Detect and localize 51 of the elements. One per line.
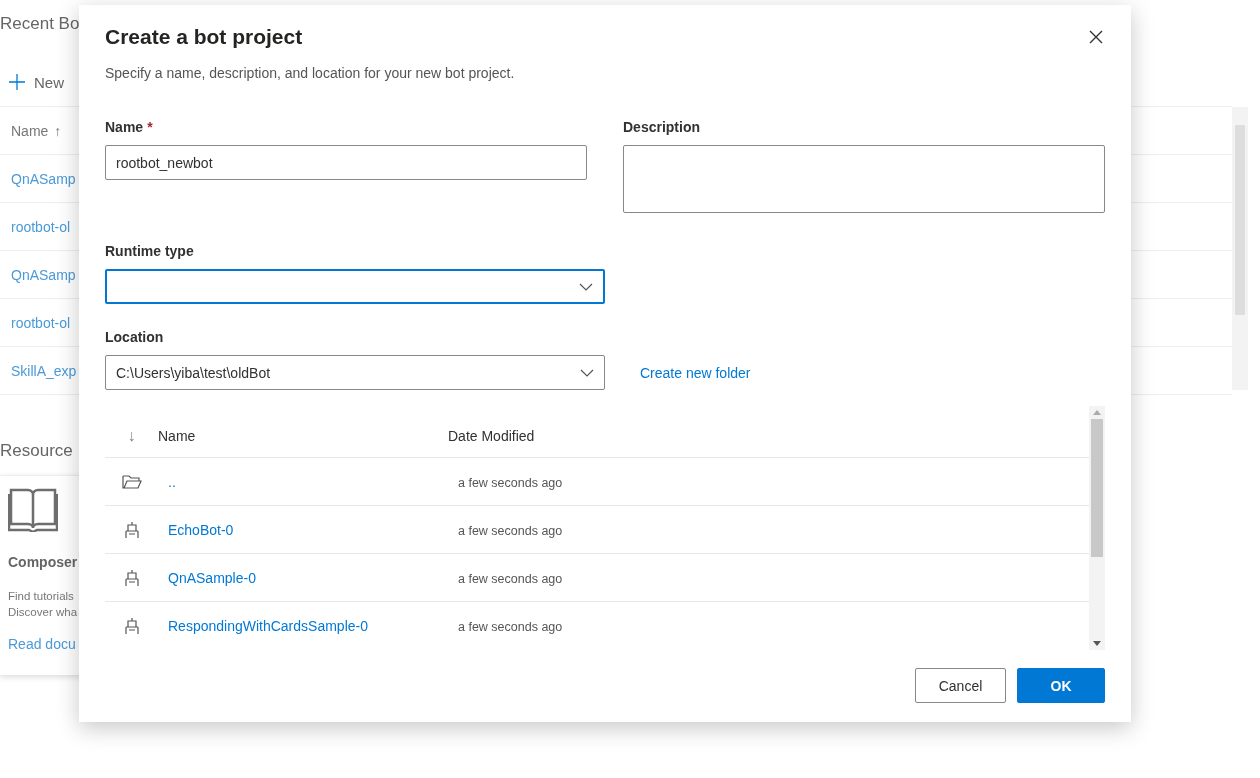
chevron-down-icon xyxy=(579,282,593,291)
card-text: Find tutorials xyxy=(8,589,75,604)
section-title: Resource xyxy=(0,441,73,462)
robot-icon xyxy=(122,568,141,587)
file-link[interactable]: .. xyxy=(168,473,176,490)
sort-arrow-icon: ↓ xyxy=(127,426,136,445)
card-text: Discover wha xyxy=(8,605,79,620)
field-label: Runtime type xyxy=(105,243,194,261)
dialog-title: Create a bot project xyxy=(105,25,303,49)
plus-icon xyxy=(8,73,26,91)
chevron-down-icon xyxy=(580,368,594,377)
column-header[interactable]: Name xyxy=(158,427,196,444)
section-title: Recent Bo xyxy=(0,14,80,35)
location-dropdown[interactable]: C:\Users\yiba\test\oldBot xyxy=(105,355,605,390)
date-modified: a few seconds ago xyxy=(458,523,563,538)
runtime-dropdown[interactable] xyxy=(105,269,605,304)
date-modified: a few seconds ago xyxy=(458,475,563,490)
project-link[interactable]: SkillA_exp xyxy=(11,362,77,379)
field-label: Name xyxy=(105,119,144,137)
project-link[interactable]: rootbot-ol xyxy=(11,218,71,235)
new-button[interactable]: New xyxy=(8,70,64,94)
project-link[interactable]: QnASamp xyxy=(11,170,76,187)
column-header[interactable]: Name xyxy=(11,122,49,139)
description-input[interactable] xyxy=(623,145,1105,213)
card-title: Composer xyxy=(8,554,79,570)
robot-icon xyxy=(122,520,141,539)
file-link[interactable]: EchoBot-0 xyxy=(168,521,234,538)
file-link[interactable]: QnASample-0 xyxy=(168,569,256,586)
scroll-up-icon[interactable] xyxy=(1093,410,1101,415)
project-link[interactable]: rootbot-ol xyxy=(11,314,71,331)
required-mark: * xyxy=(147,119,153,137)
field-label: Location xyxy=(105,329,164,347)
book-icon xyxy=(8,486,58,532)
sort-arrow-icon: ↑ xyxy=(54,122,62,139)
name-input[interactable]: rootbot_newbot xyxy=(105,145,587,180)
cancel-button[interactable]: Cancel xyxy=(915,668,1006,703)
date-modified: a few seconds ago xyxy=(458,571,563,586)
scroll-down-icon[interactable] xyxy=(1093,641,1101,646)
date-modified: a few seconds ago xyxy=(458,620,563,634)
close-icon xyxy=(1089,30,1103,44)
robot-icon xyxy=(122,617,141,635)
ok-button[interactable]: OK xyxy=(1017,668,1105,703)
file-link[interactable]: RespondingWithCardsSample-0 xyxy=(168,618,368,634)
scrollbar[interactable] xyxy=(1232,107,1248,390)
project-link[interactable]: QnASamp xyxy=(11,266,76,283)
create-folder-link[interactable]: Create new folder xyxy=(640,364,751,381)
column-header[interactable]: Date Modified xyxy=(448,427,535,444)
folder-icon xyxy=(121,473,142,490)
field-label: Description xyxy=(623,119,700,137)
scrollbar[interactable] xyxy=(1089,406,1105,650)
dialog-subtitle: Specify a name, description, and location for your new bot project. xyxy=(105,65,516,81)
